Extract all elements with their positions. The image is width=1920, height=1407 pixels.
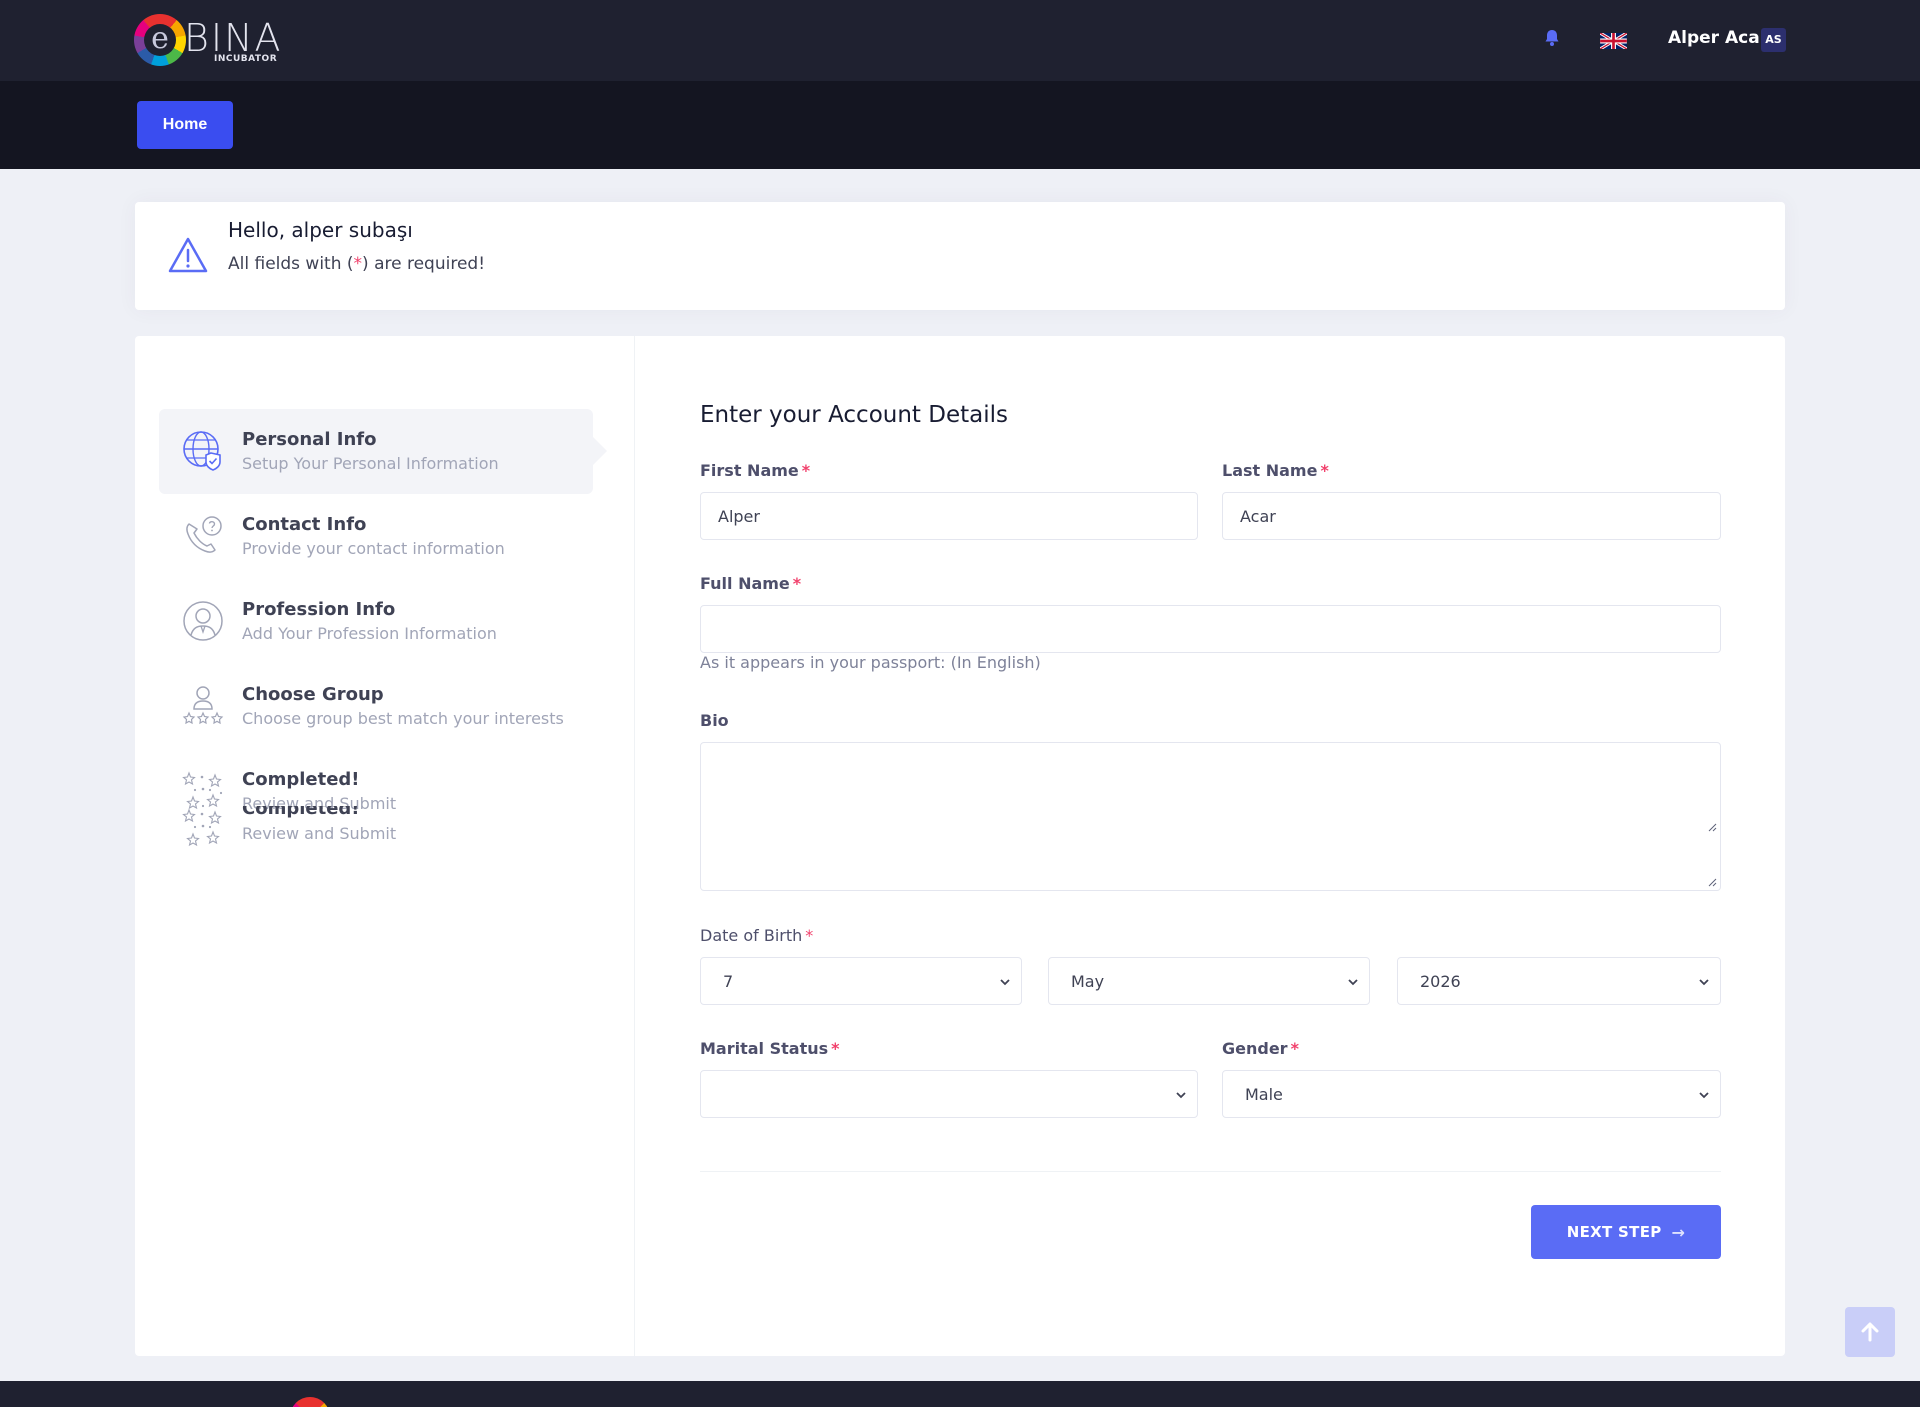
first-name-input[interactable]: Alper: [700, 492, 1198, 540]
chevron-down-icon: [1176, 1092, 1186, 1099]
bio-label: Bio: [700, 711, 729, 730]
full-name-hint: As it appears in your passport: (In Engl…: [700, 653, 1041, 672]
dob-month-value: May: [1071, 971, 1105, 991]
chevron-down-icon: [1000, 979, 1010, 986]
ebina-logo[interactable]: e BINA INCUBATOR: [134, 14, 284, 66]
sub-header: Home: [0, 81, 1920, 169]
wizard-card: Personal Info Setup Your Personal Inform…: [135, 336, 1785, 1356]
first-name-label: First Name *: [700, 461, 811, 480]
form-title: Enter your Account Details: [700, 402, 1008, 428]
step-description: Provide your contact information: [242, 539, 505, 558]
dob-day-select[interactable]: 7: [700, 957, 1022, 1005]
step-title: Personal Info: [242, 429, 377, 450]
person-icon: [183, 601, 223, 641]
step-description: Review and Submit: [242, 824, 397, 843]
step-contact-info[interactable]: Contact Info Provide your contact inform…: [159, 494, 593, 579]
globe-shield-icon: [183, 431, 221, 471]
arrow-up-icon: [1861, 1322, 1879, 1342]
chevron-down-icon: [1699, 1092, 1709, 1099]
logo-subtitle: INCUBATOR: [214, 54, 278, 64]
top-header: e BINA INCUBATOR Alper Acar AS: [0, 0, 1920, 81]
step-completed-duplicate[interactable]: Completed! Review and Submit: [159, 806, 593, 870]
vertical-divider: [634, 336, 635, 1356]
next-step-label: NEXT STEP: [1566, 1223, 1662, 1241]
greeting-text: Hello, alper subaşı: [228, 218, 413, 242]
resize-handle-icon[interactable]: [1707, 877, 1717, 887]
gender-value: Male: [1245, 1084, 1283, 1104]
user-name[interactable]: Alper Acar: [1668, 28, 1768, 48]
step-title: Completed!: [242, 806, 360, 819]
arrow-right-icon: →: [1671, 1222, 1686, 1242]
step-description: Setup Your Personal Information: [242, 454, 499, 473]
step-title: Completed!: [242, 769, 360, 790]
dob-year-select[interactable]: 2026: [1397, 957, 1721, 1005]
scroll-top-button[interactable]: [1845, 1307, 1895, 1357]
step-title: Choose Group: [242, 684, 384, 705]
last-name-label: Last Name *: [1222, 461, 1329, 480]
dob-year-value: 2026: [1420, 971, 1461, 991]
gender-label: Gender *: [1222, 1039, 1299, 1058]
footer: [0, 1381, 1920, 1407]
full-name-input[interactable]: [700, 605, 1721, 653]
step-title: Profession Info: [242, 599, 396, 620]
last-name-input[interactable]: Acar: [1222, 492, 1721, 540]
uk-flag-icon[interactable]: [1600, 33, 1627, 49]
full-name-label: Full Name *: [700, 574, 802, 593]
footer-logo-icon: [290, 1397, 330, 1407]
gender-select[interactable]: Male: [1222, 1070, 1721, 1118]
phone-question-icon: [186, 516, 222, 553]
confetti-icon: [182, 808, 222, 847]
step-personal-info[interactable]: Personal Info Setup Your Personal Inform…: [159, 409, 607, 494]
bell-icon[interactable]: [1542, 28, 1562, 48]
warning-icon: [168, 237, 208, 273]
chevron-down-icon: [1699, 979, 1709, 986]
form-divider: [700, 1171, 1721, 1172]
chevron-down-icon: [1348, 979, 1358, 986]
step-description: Add Your Profession Information: [242, 624, 497, 643]
marital-status-select[interactable]: [700, 1070, 1198, 1118]
step-title: Contact Info: [242, 514, 367, 535]
step-choose-group[interactable]: Choose Group Choose group best match you…: [159, 664, 593, 749]
dob-label: Date of Birth *: [700, 926, 814, 945]
home-button[interactable]: Home: [137, 101, 233, 149]
logo-ring-icon: e: [134, 14, 186, 66]
dob-month-select[interactable]: May: [1048, 957, 1370, 1005]
resize-handle-icon[interactable]: [1707, 822, 1717, 832]
marital-status-label: Marital Status *: [700, 1039, 840, 1058]
dob-day-value: 7: [723, 971, 734, 991]
welcome-notice: Hello, alper subaşı All fields with (*) …: [135, 202, 1785, 310]
user-avatar[interactable]: AS: [1761, 28, 1786, 52]
logo-letter: e: [144, 24, 176, 56]
step-profession-info[interactable]: Profession Info Add Your Profession Info…: [159, 579, 593, 664]
next-step-button[interactable]: NEXT STEP →: [1531, 1205, 1721, 1259]
bio-textarea[interactable]: [700, 742, 1721, 891]
step-description: Choose group best match your interests: [242, 709, 564, 728]
required-note: All fields with (*) are required!: [228, 254, 486, 274]
user-rating-icon: [182, 686, 224, 725]
